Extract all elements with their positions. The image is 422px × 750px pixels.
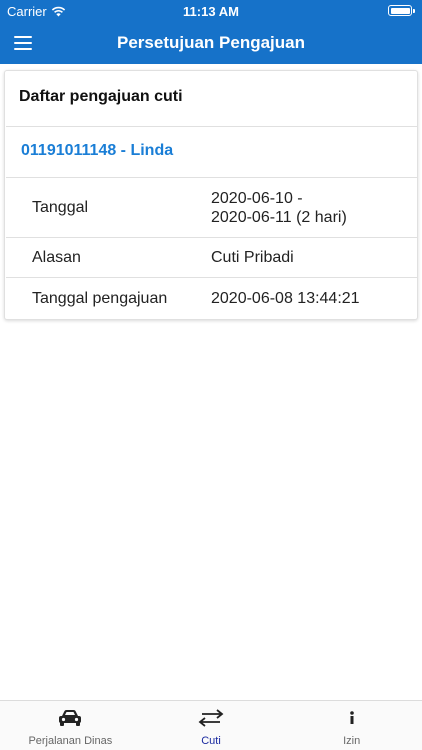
page-title: Persetujuan Pengajuan bbox=[117, 33, 305, 52]
tab-label: Izin bbox=[343, 735, 361, 747]
detail-value: 2020-06-10 - 2020-06-11 (2 hari) bbox=[186, 178, 417, 237]
date-range-start: 2020-06-10 - bbox=[211, 189, 303, 207]
battery-icon bbox=[388, 5, 415, 16]
request-title-link[interactable]: 01191011148 - Linda bbox=[6, 127, 417, 178]
detail-row-reason: Alasan Cuti Pribadi bbox=[6, 238, 417, 278]
detail-label: Alasan bbox=[32, 248, 81, 266]
detail-value: 2020-06-08 13:44:21 bbox=[211, 290, 360, 307]
tab-perjalanan-dinas[interactable]: Perjalanan Dinas bbox=[0, 701, 141, 750]
car-icon bbox=[59, 710, 82, 726]
detail-value: Cuti Pribadi bbox=[211, 249, 294, 266]
tab-label: Perjalanan Dinas bbox=[28, 735, 113, 747]
detail-label: Tanggal bbox=[32, 198, 89, 216]
tab-label: Cuti bbox=[201, 735, 221, 747]
detail-label: Tanggal pengajuan bbox=[32, 289, 168, 307]
app-bar: Persetujuan Pengajuan bbox=[0, 22, 422, 64]
swap-arrows-icon bbox=[198, 709, 224, 727]
tab-cuti[interactable]: Cuti bbox=[141, 701, 282, 750]
info-icon bbox=[349, 711, 354, 724]
card-header: Daftar pengajuan cuti bbox=[19, 88, 183, 105]
status-time: 11:13 AM bbox=[183, 4, 239, 19]
detail-row-date: Tanggal 2020-06-10 - 2020-06-11 (2 hari) bbox=[6, 178, 417, 238]
leave-request-card: Daftar pengajuan cuti 01191011148 - Lind… bbox=[4, 70, 418, 320]
tab-izin[interactable]: Izin bbox=[281, 701, 422, 750]
bottom-tab-bar: Perjalanan Dinas Cuti Izin bbox=[0, 700, 422, 750]
leave-request-item[interactable]: 01191011148 - Linda Tanggal 2020-06-10 -… bbox=[6, 126, 417, 319]
status-bar: Carrier 11:13 AM bbox=[0, 0, 422, 22]
detail-row-submitted: Tanggal pengajuan 2020-06-08 13:44:21 bbox=[6, 278, 417, 319]
date-range-end: 2020-06-11 (2 hari) bbox=[211, 208, 347, 226]
